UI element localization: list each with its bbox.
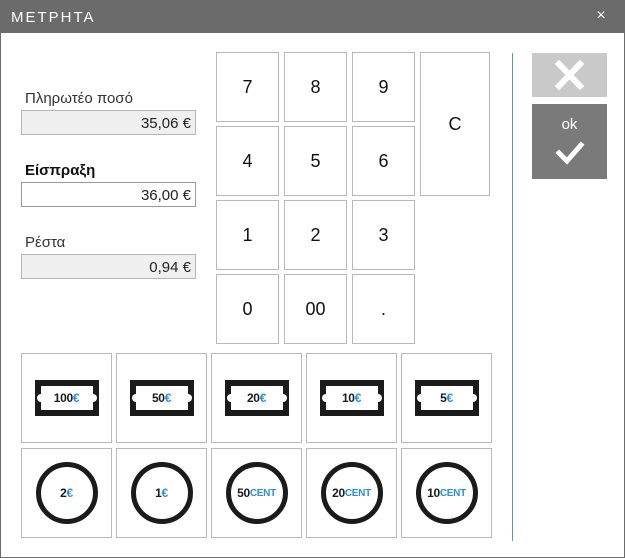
- banknote-icon: 50 €: [129, 380, 194, 416]
- note-5-button[interactable]: 5 €: [401, 353, 492, 443]
- key-5[interactable]: 5: [284, 126, 347, 196]
- note-amount: 10: [341, 391, 355, 405]
- close-icon[interactable]: ×: [592, 7, 610, 25]
- note-amount: 50: [151, 391, 165, 405]
- banknote-icon: 20 €: [224, 380, 289, 416]
- note-amount: 100: [53, 391, 73, 405]
- received-amount-input[interactable]: 36,00 €: [21, 182, 196, 207]
- note-50-button[interactable]: 50 €: [116, 353, 207, 443]
- coin-amount: 10: [427, 486, 440, 500]
- key-00[interactable]: 00: [284, 274, 347, 344]
- key-3[interactable]: 3: [352, 200, 415, 270]
- key-1[interactable]: 1: [216, 200, 279, 270]
- banknote-icon: 10 €: [319, 380, 384, 416]
- cash-payment-dialog: ΜΕΤΡΗΤΑ × Πληρωτέο ποσό 35,06 € Είσπραξη…: [0, 0, 625, 558]
- change-label: Ρέστα: [25, 234, 66, 251]
- key-2[interactable]: 2: [284, 200, 347, 270]
- window-title: ΜΕΤΡΗΤΑ: [11, 9, 96, 26]
- note-currency: €: [446, 391, 454, 405]
- note-currency: €: [164, 391, 172, 405]
- key-7[interactable]: 7: [216, 52, 279, 122]
- note-currency: €: [259, 391, 267, 405]
- key-9[interactable]: 9: [352, 52, 415, 122]
- coin-1-euro-button[interactable]: 1 €: [116, 448, 207, 538]
- coin-2-euro-button[interactable]: 2 €: [21, 448, 112, 538]
- coin-amount: 20: [332, 486, 345, 500]
- coin-10-cent-button[interactable]: 10 CENT: [401, 448, 492, 538]
- coin-20-cent-button[interactable]: 20 CENT: [306, 448, 397, 538]
- note-currency: €: [354, 391, 362, 405]
- key-0[interactable]: 0: [216, 274, 279, 344]
- coin-currency: CENT: [249, 487, 276, 499]
- note-20-button[interactable]: 20 €: [211, 353, 302, 443]
- coin-icon: 20 CENT: [320, 462, 383, 524]
- coin-amount: 50: [237, 486, 250, 500]
- note-10-button[interactable]: 10 €: [306, 353, 397, 443]
- payable-amount-field: 35,06 €: [21, 110, 196, 135]
- coin-icon: 2 €: [35, 462, 98, 524]
- clear-key[interactable]: C: [420, 52, 490, 196]
- x-icon: [554, 59, 585, 91]
- key-decimal[interactable]: .: [352, 274, 415, 344]
- coin-50-cent-button[interactable]: 50 CENT: [211, 448, 302, 538]
- payable-label: Πληρωτέο ποσό: [25, 90, 133, 107]
- title-bar: ΜΕΤΡΗΤΑ ×: [1, 1, 624, 33]
- key-6[interactable]: 6: [352, 126, 415, 196]
- coin-currency: €: [66, 486, 74, 500]
- key-8[interactable]: 8: [284, 52, 347, 122]
- cancel-button[interactable]: [532, 53, 607, 97]
- note-currency: €: [72, 391, 80, 405]
- coin-currency: €: [161, 486, 169, 500]
- banknote-icon: 100 €: [34, 380, 99, 416]
- coin-currency: CENT: [344, 487, 371, 499]
- coin-currency: CENT: [439, 487, 466, 499]
- note-amount: 20: [246, 391, 260, 405]
- checkmark-icon: [555, 141, 585, 165]
- note-100-button[interactable]: 100 €: [21, 353, 112, 443]
- key-4[interactable]: 4: [216, 126, 279, 196]
- banknote-icon: 5 €: [414, 380, 479, 416]
- coin-icon: 10 CENT: [415, 462, 478, 524]
- vertical-separator: [512, 53, 513, 541]
- received-label: Είσπραξη: [25, 162, 96, 179]
- coin-icon: 1 €: [130, 462, 193, 524]
- change-amount-field: 0,94 €: [21, 254, 196, 279]
- coin-icon: 50 CENT: [225, 462, 288, 524]
- ok-button[interactable]: ok: [532, 104, 607, 179]
